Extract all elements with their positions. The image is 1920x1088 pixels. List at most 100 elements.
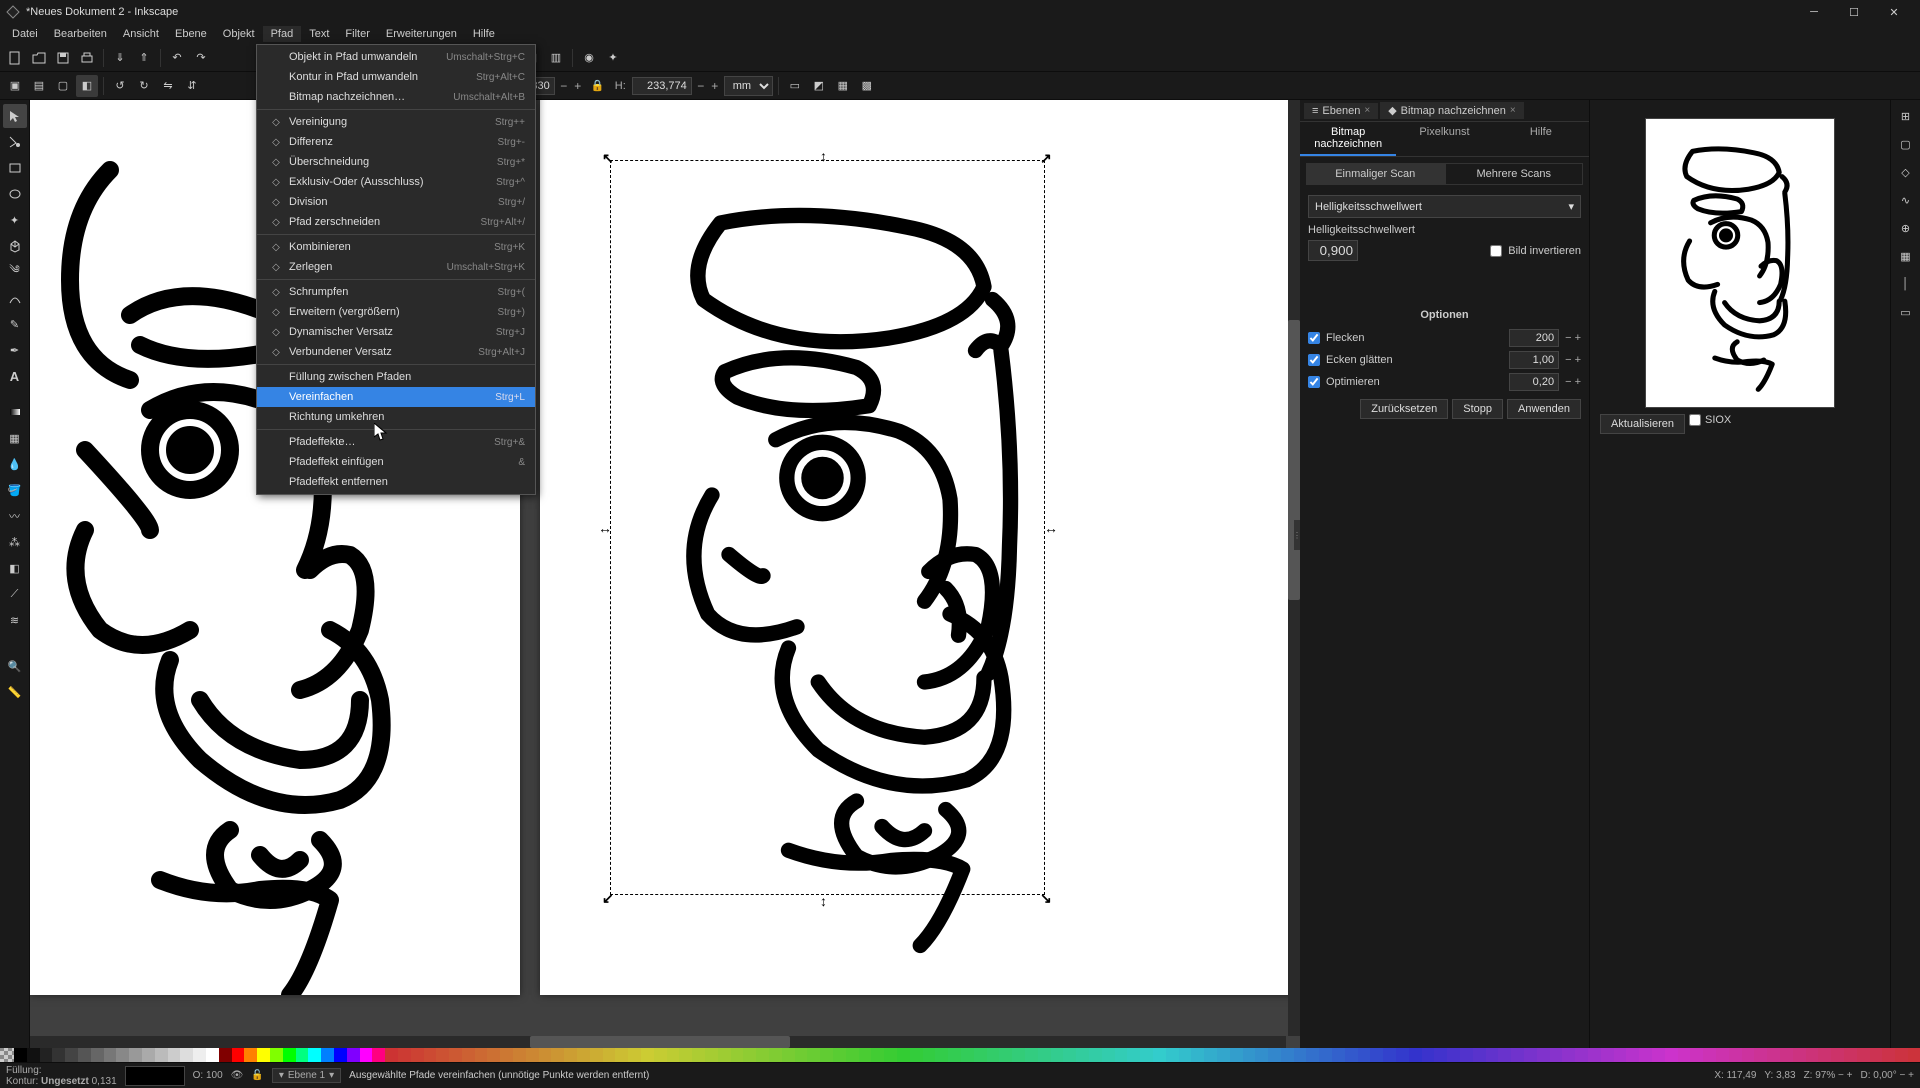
- scale-handle-w[interactable]: ↔: [598, 520, 612, 536]
- color-swatch[interactable]: [1051, 1048, 1064, 1062]
- fill-swatch[interactable]: [125, 1066, 185, 1086]
- menu-item-zerlegen[interactable]: ◇ZerlegenUmschalt+Strg+K: [257, 257, 535, 277]
- color-swatch[interactable]: [1076, 1048, 1089, 1062]
- color-swatch[interactable]: [654, 1048, 667, 1062]
- unit-select[interactable]: mm: [724, 76, 773, 96]
- color-swatch[interactable]: [385, 1048, 398, 1062]
- text-tool[interactable]: A: [3, 364, 27, 388]
- menu-item-dynamischer-versatz[interactable]: ◇Dynamischer VersatzStrg+J: [257, 322, 535, 342]
- menu-item-f-llung-zwischen-pfaden[interactable]: Füllung zwischen Pfaden: [257, 367, 535, 387]
- canvas[interactable]: ↖ ↕ ↗ ↔ ↔ ↙ ↕ ↘: [30, 100, 1300, 1048]
- color-swatch[interactable]: [283, 1048, 296, 1062]
- color-swatch[interactable]: [1434, 1048, 1447, 1062]
- method-select[interactable]: Helligkeitsschwellwert▾: [1308, 195, 1581, 218]
- menu-item-richtung-umkehren[interactable]: Richtung umkehren: [257, 407, 535, 427]
- color-swatch[interactable]: [168, 1048, 181, 1062]
- select-layer-icon[interactable]: ▤: [28, 75, 50, 97]
- color-swatch[interactable]: [513, 1048, 526, 1062]
- undo-icon[interactable]: ↶: [166, 47, 188, 69]
- color-swatch[interactable]: [411, 1048, 424, 1062]
- menu-item-schrumpfen[interactable]: ◇SchrumpfenStrg+(: [257, 282, 535, 302]
- color-swatch[interactable]: [551, 1048, 564, 1062]
- rotate-cw-icon[interactable]: ↻: [133, 75, 155, 97]
- color-swatch[interactable]: [731, 1048, 744, 1062]
- height-spin[interactable]: −+: [694, 76, 722, 96]
- scale-gradient-icon[interactable]: ▦: [832, 75, 854, 97]
- redo-icon[interactable]: ↷: [190, 47, 212, 69]
- new-icon[interactable]: [4, 47, 26, 69]
- color-swatch[interactable]: [1358, 1048, 1371, 1062]
- flip-v-icon[interactable]: ⇵: [181, 75, 203, 97]
- threshold-input[interactable]: [1308, 240, 1358, 261]
- color-swatch[interactable]: [142, 1048, 155, 1062]
- siox-checkbox[interactable]: [1689, 414, 1701, 426]
- color-swatch[interactable]: [884, 1048, 897, 1062]
- scale-corners-icon[interactable]: ◩: [808, 75, 830, 97]
- color-swatch[interactable]: [679, 1048, 692, 1062]
- color-swatch[interactable]: [807, 1048, 820, 1062]
- color-swatch[interactable]: [705, 1048, 718, 1062]
- color-swatch[interactable]: [974, 1048, 987, 1062]
- color-swatch[interactable]: [1012, 1048, 1025, 1062]
- subtab-pixelart[interactable]: Pixelkunst: [1396, 122, 1492, 156]
- color-swatch[interactable]: [1742, 1048, 1755, 1062]
- color-palette[interactable]: [0, 1048, 1920, 1062]
- optimize-input[interactable]: 0,20: [1509, 373, 1559, 391]
- rotate-ccw-icon[interactable]: ↺: [109, 75, 131, 97]
- connector-tool[interactable]: ⟋: [3, 582, 27, 606]
- swatch-none[interactable]: [0, 1048, 14, 1062]
- specks-spinner[interactable]: − +: [1565, 332, 1581, 344]
- select-all-icon[interactable]: ▣: [4, 75, 26, 97]
- color-swatch[interactable]: [500, 1048, 513, 1062]
- menu-bearbeiten[interactable]: Bearbeiten: [46, 26, 115, 42]
- color-swatch[interactable]: [1626, 1048, 1639, 1062]
- scale-handle-sw[interactable]: ↙: [602, 890, 614, 907]
- snap-icon[interactable]: ⊞: [1894, 104, 1918, 128]
- snap-guide-icon[interactable]: │: [1894, 272, 1918, 296]
- scale-handle-n[interactable]: ↕: [820, 148, 827, 164]
- maximize-button[interactable]: ☐: [1834, 0, 1874, 24]
- layer-selector[interactable]: ▾ Ebene 1 ▾: [272, 1068, 341, 1083]
- color-swatch[interactable]: [360, 1048, 373, 1062]
- color-swatch[interactable]: [577, 1048, 590, 1062]
- color-swatch[interactable]: [1153, 1048, 1166, 1062]
- color-swatch[interactable]: [1243, 1048, 1256, 1062]
- color-swatch[interactable]: [756, 1048, 769, 1062]
- specks-checkbox[interactable]: [1308, 332, 1320, 344]
- import-icon[interactable]: ⇓: [109, 47, 131, 69]
- menu-erweiterungen[interactable]: Erweiterungen: [378, 26, 465, 42]
- color-swatch[interactable]: [1639, 1048, 1652, 1062]
- color-swatch[interactable]: [27, 1048, 40, 1062]
- close-button[interactable]: ✕: [1874, 0, 1914, 24]
- color-swatch[interactable]: [923, 1048, 936, 1062]
- menu-item-erweitern-vergr-ern-[interactable]: ◇Erweitern (vergrößern)Strg+): [257, 302, 535, 322]
- color-swatch[interactable]: [1562, 1048, 1575, 1062]
- color-swatch[interactable]: [1908, 1048, 1920, 1062]
- color-swatch[interactable]: [65, 1048, 78, 1062]
- menu-item-vereinigung[interactable]: ◇VereinigungStrg++: [257, 112, 535, 132]
- color-swatch[interactable]: [1690, 1048, 1703, 1062]
- color-swatch[interactable]: [1140, 1048, 1153, 1062]
- color-swatch[interactable]: [104, 1048, 117, 1062]
- color-swatch[interactable]: [155, 1048, 168, 1062]
- 3dbox-tool[interactable]: [3, 234, 27, 258]
- color-swatch[interactable]: [334, 1048, 347, 1062]
- color-swatch[interactable]: [526, 1048, 539, 1062]
- docprefs-icon[interactable]: ✦: [602, 47, 624, 69]
- color-swatch[interactable]: [1754, 1048, 1767, 1062]
- color-swatch[interactable]: [1127, 1048, 1140, 1062]
- color-swatch[interactable]: [487, 1048, 500, 1062]
- color-swatch[interactable]: [910, 1048, 923, 1062]
- scale-handle-nw[interactable]: ↖: [602, 150, 614, 167]
- deselect-icon[interactable]: ▢: [52, 75, 74, 97]
- color-swatch[interactable]: [129, 1048, 142, 1062]
- color-swatch[interactable]: [1895, 1048, 1908, 1062]
- color-swatch[interactable]: [244, 1048, 257, 1062]
- update-button[interactable]: Aktualisieren: [1600, 414, 1685, 434]
- scale-handle-s[interactable]: ↕: [820, 893, 827, 909]
- objects-icon[interactable]: ▥: [545, 47, 567, 69]
- color-swatch[interactable]: [1422, 1048, 1435, 1062]
- smooth-checkbox[interactable]: [1308, 354, 1320, 366]
- minimize-button[interactable]: ─: [1794, 0, 1834, 24]
- color-swatch[interactable]: [1447, 1048, 1460, 1062]
